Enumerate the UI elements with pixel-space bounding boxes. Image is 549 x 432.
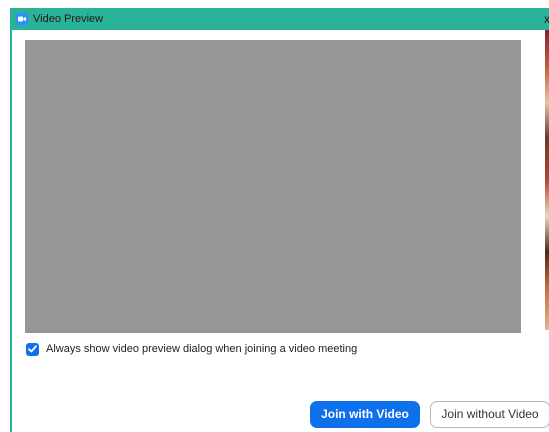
close-button[interactable]: x <box>541 11 549 27</box>
background-window-edge <box>545 30 549 330</box>
join-with-video-button[interactable]: Join with Video <box>310 401 420 428</box>
always-show-preview-label: Always show video preview dialog when jo… <box>46 343 358 355</box>
title-bar[interactable]: Video Preview x <box>12 8 549 30</box>
zoom-camera-icon <box>16 13 28 25</box>
video-preview-area <box>25 40 521 333</box>
checkmark-icon <box>28 345 37 353</box>
preview-option-row[interactable]: Always show video preview dialog when jo… <box>26 341 357 357</box>
always-show-preview-checkbox[interactable] <box>26 342 39 356</box>
video-preview-window: Video Preview x Always show video previe… <box>10 8 549 432</box>
join-without-video-button[interactable]: Join without Video <box>430 401 549 428</box>
top-strip <box>0 0 549 8</box>
window-title: Video Preview <box>33 13 104 25</box>
page: Video Preview x Always show video previe… <box>0 0 549 432</box>
